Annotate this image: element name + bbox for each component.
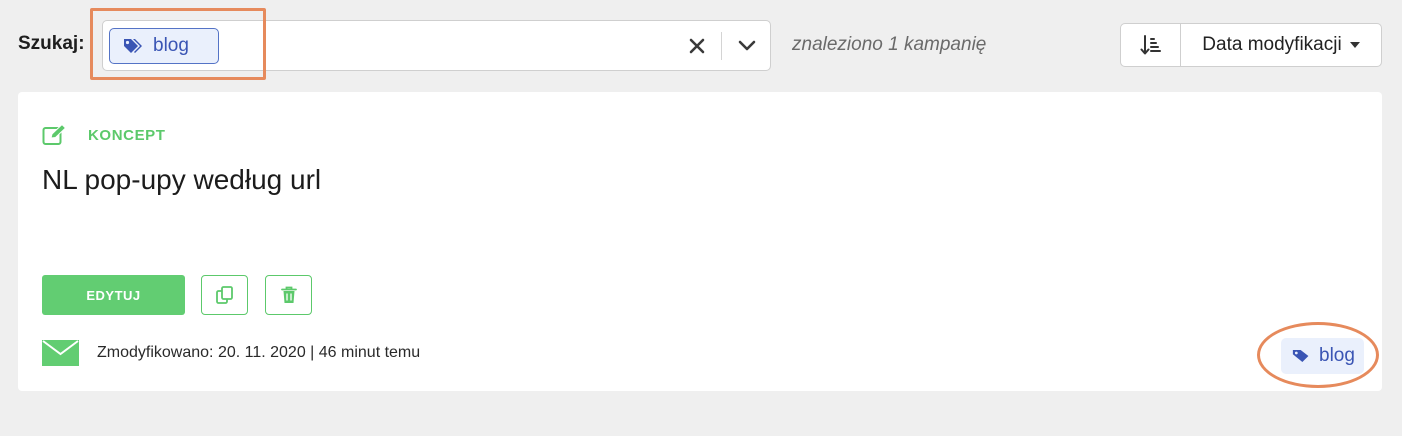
chevron-down-icon: [738, 40, 756, 51]
clear-search-button[interactable]: [685, 34, 709, 58]
search-input[interactable]: blog: [102, 20, 771, 71]
campaign-tag-label: blog: [1319, 345, 1355, 366]
campaign-tag[interactable]: blog: [1281, 338, 1364, 374]
sort-control: Data modyfikacji: [1120, 23, 1382, 67]
campaign-title[interactable]: NL pop-upy według url: [42, 164, 321, 196]
search-divider: [721, 32, 722, 60]
copy-button[interactable]: [201, 275, 248, 315]
sort-field-dropdown[interactable]: Data modyfikacji: [1181, 24, 1381, 66]
pencil-square-icon: [42, 124, 67, 145]
campaign-meta: Zmodyfikowano: 20. 11. 2020 | 46 minut t…: [42, 340, 420, 366]
search-label: Szukaj:: [18, 33, 85, 54]
modified-date: Zmodyfikowano: 20. 11. 2020 | 46 minut t…: [97, 344, 421, 361]
campaign-card: KONCEPT NL pop-upy według url EDYTUJ Zmo…: [18, 92, 1382, 391]
copy-icon: [215, 286, 233, 304]
campaign-status: KONCEPT: [42, 124, 166, 146]
edit-button[interactable]: EDYTUJ: [42, 275, 185, 315]
caret-down-icon: [1349, 42, 1360, 48]
sort-descending-icon: [1140, 35, 1161, 55]
tag-icon: [124, 39, 142, 53]
envelope-icon: [42, 340, 79, 366]
result-count: znaleziono 1 kampanię: [792, 34, 987, 55]
search-dropdown-button[interactable]: [733, 34, 761, 58]
tag-icon: [1292, 349, 1309, 363]
search-tag-chip[interactable]: blog: [109, 28, 219, 64]
sort-direction-button[interactable]: [1121, 24, 1181, 66]
sort-field-label: Data modyfikacji: [1202, 34, 1342, 55]
delete-button[interactable]: [265, 275, 312, 315]
search-tag-label: blog: [153, 35, 189, 56]
campaign-status-label: KONCEPT: [88, 126, 166, 144]
trash-icon: [280, 286, 297, 303]
close-icon: [689, 38, 705, 54]
